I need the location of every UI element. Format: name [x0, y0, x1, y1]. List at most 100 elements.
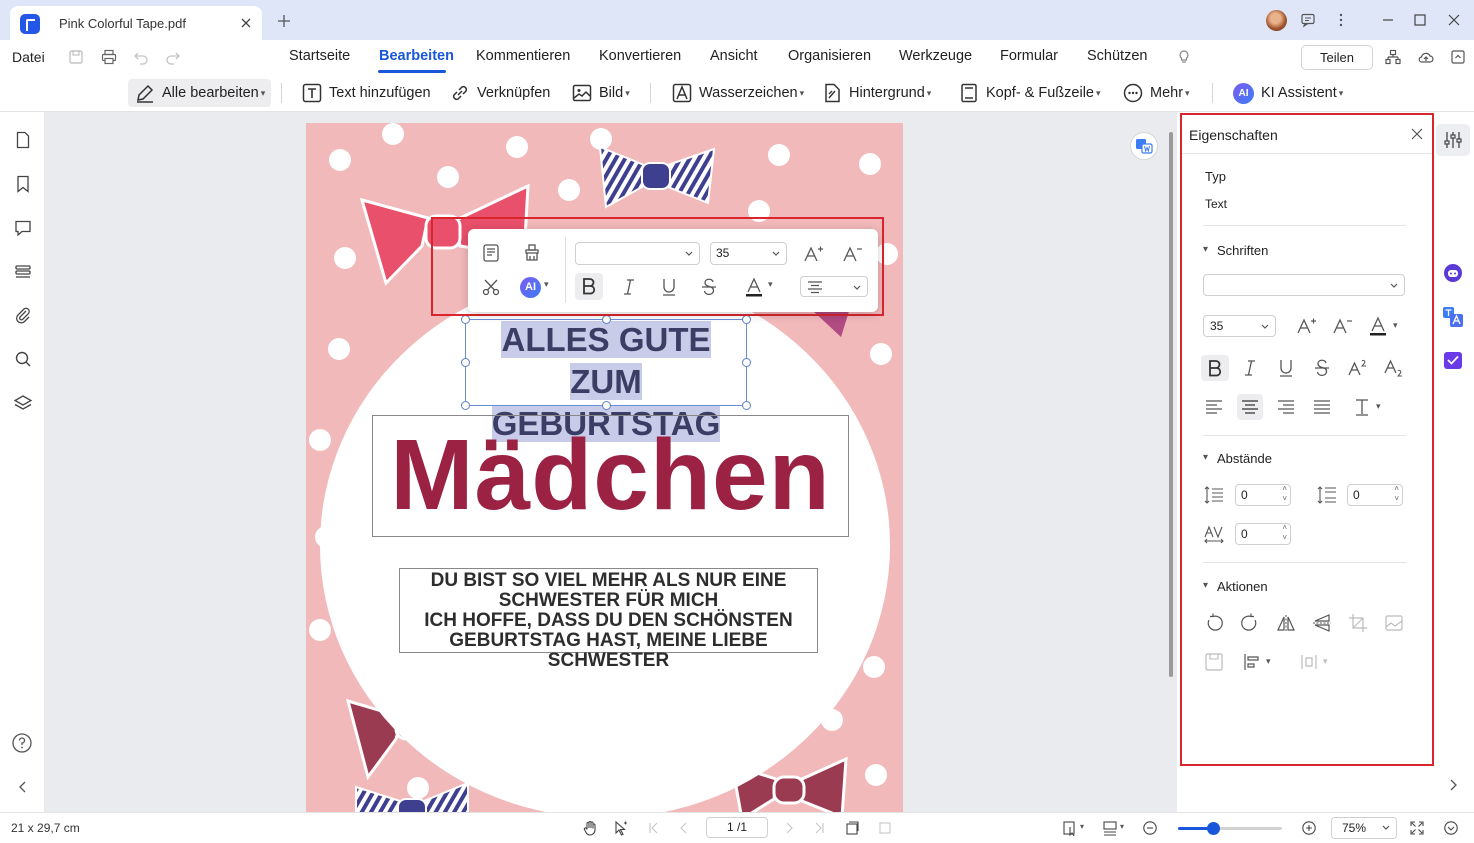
- zoom-in-icon[interactable]: [1301, 820, 1317, 836]
- menu-formular[interactable]: Formular: [1000, 48, 1058, 64]
- paragraph-spacing-input[interactable]: 0 ˄ ˅: [1347, 484, 1403, 506]
- menu-konvertieren[interactable]: Konvertieren: [599, 48, 681, 64]
- fonts-section-header[interactable]: Schriften: [1203, 243, 1268, 258]
- previous-page-icon[interactable]: [676, 820, 692, 836]
- help-icon[interactable]: [11, 732, 33, 754]
- underline-icon[interactable]: [1275, 357, 1297, 379]
- panel-font-family-dropdown[interactable]: [1203, 274, 1405, 296]
- italic-icon[interactable]: [1239, 357, 1261, 379]
- page-number-input[interactable]: 1 /1: [706, 817, 768, 838]
- line-spacing-input[interactable]: 0 ˄ ˅: [1235, 484, 1291, 506]
- first-page-icon[interactable]: [646, 820, 662, 836]
- selection-box[interactable]: [461, 315, 751, 410]
- layers-icon[interactable]: [13, 393, 33, 413]
- task-check-icon[interactable]: [1442, 349, 1464, 371]
- vertical-scrollbar[interactable]: [1169, 132, 1173, 677]
- lightbulb-icon[interactable]: [1175, 48, 1193, 66]
- edit-all-button[interactable]: Alle bearbeiten ▾: [128, 79, 272, 107]
- resize-handle[interactable]: [602, 315, 611, 324]
- fields-icon[interactable]: [13, 262, 33, 282]
- attachment-icon[interactable]: [13, 305, 33, 325]
- chevron-down-icon[interactable]: ▾: [768, 279, 773, 290]
- spinner-arrows-icon[interactable]: ˄ ˅: [1282, 523, 1287, 543]
- next-page-icon[interactable]: [781, 820, 797, 836]
- bold-button[interactable]: [575, 273, 603, 300]
- menu-werkzeuge[interactable]: Werkzeuge: [899, 48, 972, 64]
- message-text-box[interactable]: DU BIST SO VIEL MEHR ALS NUR EINE SCHWES…: [399, 568, 818, 671]
- spinner-arrows-icon[interactable]: ˄ ˅: [1282, 484, 1287, 504]
- decrease-font-size-icon[interactable]: [841, 243, 863, 265]
- scissors-icon[interactable]: [480, 276, 502, 298]
- fit-page-icon[interactable]: [877, 820, 893, 836]
- ai-chat-icon[interactable]: [1442, 262, 1464, 284]
- maximize-icon[interactable]: [1412, 12, 1428, 28]
- chevron-down-icon[interactable]: ▾: [1323, 656, 1328, 667]
- expand-right-icon[interactable]: [1444, 776, 1462, 794]
- chevron-down-icon[interactable]: ▾: [1120, 822, 1124, 831]
- superscript-icon[interactable]: [1347, 357, 1369, 379]
- link-button[interactable]: Verknüpfen: [449, 79, 550, 107]
- print-icon[interactable]: [100, 48, 118, 66]
- align-center-button[interactable]: [1237, 394, 1263, 420]
- menu-bearbeiten[interactable]: Bearbeiten: [379, 48, 454, 64]
- add-text-button[interactable]: Text hinzufügen: [301, 79, 431, 107]
- zoom-out-icon[interactable]: [1142, 820, 1158, 836]
- resize-handle[interactable]: [461, 401, 470, 410]
- crop-icon[interactable]: [1347, 612, 1369, 634]
- strikethrough-icon[interactable]: [698, 276, 720, 298]
- flip-vertical-icon[interactable]: [1311, 612, 1333, 634]
- resize-handle[interactable]: [742, 401, 751, 410]
- font-size-dropdown[interactable]: 35: [710, 242, 787, 265]
- file-menu[interactable]: Datei: [12, 49, 45, 65]
- zoom-level-dropdown[interactable]: 75%: [1331, 817, 1397, 839]
- close-panel-icon[interactable]: [1411, 128, 1423, 140]
- resize-handle[interactable]: [742, 315, 751, 324]
- chevron-down-icon[interactable]: ▾: [1266, 656, 1271, 667]
- page-layout-icon[interactable]: [1102, 820, 1118, 836]
- new-tab-icon[interactable]: [276, 13, 292, 29]
- chevron-down-icon[interactable]: ▾: [544, 279, 549, 290]
- last-page-icon[interactable]: [811, 820, 827, 836]
- resize-handle[interactable]: [461, 358, 470, 367]
- panel-bold-button[interactable]: [1201, 355, 1229, 381]
- chevron-down-icon[interactable]: ▾: [1080, 822, 1084, 831]
- increase-font-size-icon[interactable]: [1295, 315, 1317, 337]
- hand-tool-icon[interactable]: [582, 820, 598, 836]
- menu-startseite[interactable]: Startseite: [289, 48, 350, 64]
- ai-assistant-button[interactable]: AI KI Assistent ▾: [1233, 79, 1343, 107]
- paragraph-spacing-icon[interactable]: [1316, 484, 1338, 506]
- resize-handle[interactable]: [602, 401, 611, 410]
- background-button[interactable]: Hintergrund ▾: [821, 79, 931, 107]
- line-spacing-icon[interactable]: [1203, 484, 1225, 506]
- menu-organisieren[interactable]: Organisieren: [788, 48, 871, 64]
- close-tab-icon[interactable]: [238, 15, 254, 31]
- font-family-dropdown[interactable]: [575, 242, 700, 265]
- font-color-icon[interactable]: [1367, 315, 1389, 337]
- close-window-icon[interactable]: [1446, 12, 1462, 28]
- character-spacing-input[interactable]: 0 ˄ ˅: [1235, 523, 1291, 545]
- increase-font-size-icon[interactable]: [802, 243, 824, 265]
- collaborate-icon[interactable]: [1384, 48, 1402, 66]
- text-properties-icon[interactable]: [480, 242, 502, 264]
- menu-ansicht[interactable]: Ansicht: [710, 48, 758, 64]
- cloud-upload-icon[interactable]: [1417, 48, 1435, 66]
- collapse-left-icon[interactable]: [13, 777, 33, 797]
- replace-image-icon[interactable]: [1383, 612, 1405, 634]
- zoom-slider-knob[interactable]: [1207, 822, 1221, 835]
- panel-font-size-dropdown[interactable]: 35: [1203, 315, 1276, 337]
- properties-tab[interactable]: [1436, 124, 1470, 156]
- actions-section-header[interactable]: Aktionen: [1203, 579, 1267, 594]
- rotate-left-icon[interactable]: [1203, 612, 1225, 634]
- resize-handle[interactable]: [742, 358, 751, 367]
- feedback-icon[interactable]: [1300, 12, 1316, 28]
- search-icon[interactable]: [13, 349, 33, 369]
- reading-mode-icon[interactable]: [1443, 820, 1459, 836]
- select-tool-icon[interactable]: [613, 820, 629, 836]
- flip-horizontal-icon[interactable]: [1275, 612, 1297, 634]
- format-painter-icon[interactable]: [521, 242, 543, 264]
- page-thumbnail-icon[interactable]: [13, 130, 33, 150]
- align-left-icon[interactable]: [1203, 396, 1225, 418]
- resize-handle[interactable]: [461, 315, 470, 324]
- bookmark-icon[interactable]: [13, 174, 33, 194]
- character-spacing-icon[interactable]: [1203, 523, 1225, 545]
